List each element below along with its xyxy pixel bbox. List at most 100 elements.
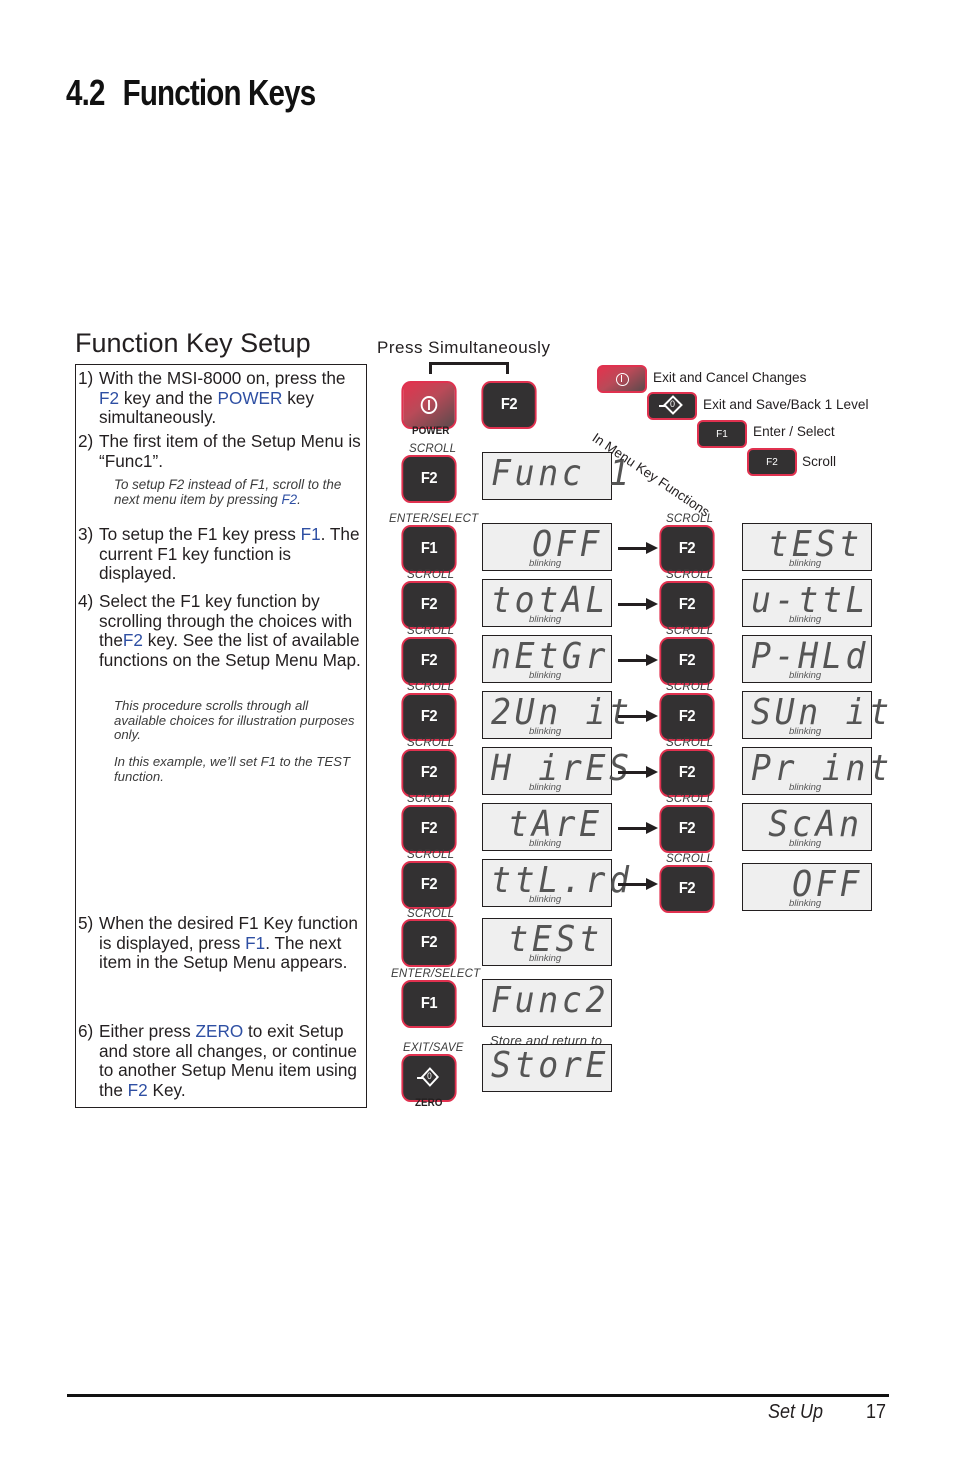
key-ref-f2: F2	[122, 630, 143, 651]
f2-key[interactable]: F2	[401, 861, 457, 909]
blinking-label: blinking	[789, 898, 822, 909]
f2-key[interactable]: F2	[401, 919, 457, 967]
legend-label: Scroll	[802, 454, 836, 469]
steps-panel: 1) With the MSI-8000 on, press the F2 ke…	[75, 364, 367, 1108]
lcd-display-test: tESt blinking	[482, 918, 612, 966]
legend-label: Enter / Select	[753, 424, 835, 439]
arrow-right-icon	[618, 598, 658, 610]
blinking-label: blinking	[789, 670, 822, 681]
f2-key[interactable]: F2	[401, 805, 457, 853]
lcd-display: totAL blinking	[482, 579, 612, 627]
f2-key[interactable]: F2	[401, 693, 457, 741]
blinking-label: blinking	[529, 614, 562, 625]
lcd-display-func1: Func 1	[482, 452, 629, 500]
arrow-right-icon	[618, 766, 658, 778]
note-f2-setup: To setup F2 instead of F1, scroll to the…	[114, 477, 342, 507]
step-6: 6) Either press ZERO to exit Setup and s…	[78, 1021, 357, 1100]
scroll-caption: SCROLL	[407, 569, 455, 581]
scroll-caption: SCROLL	[407, 849, 455, 861]
f2-key[interactable]: F2	[659, 525, 715, 573]
blinking-label: blinking	[529, 558, 562, 569]
f2-key[interactable]: F2	[401, 749, 457, 797]
f2-key[interactable]: F2	[401, 581, 457, 629]
blinking-label: blinking	[529, 782, 562, 793]
legend-label: Exit and Cancel Changes	[653, 370, 807, 385]
scroll-caption: SCROLL	[407, 681, 455, 693]
step-3: 3) To setup the F1 key press F1. The cur…	[78, 524, 360, 584]
blinking-label: blinking	[529, 953, 562, 964]
blinking-label: blinking	[789, 726, 822, 737]
f2-key[interactable]: F2	[659, 805, 715, 853]
footer-section-name: Set Up	[768, 1401, 824, 1423]
blinking-label: blinking	[789, 838, 822, 849]
exit-save-caption: EXIT/SAVE	[403, 1042, 464, 1054]
f2-key[interactable]: F2	[481, 381, 537, 429]
lcd-display: P-HLd blinking	[742, 635, 872, 683]
press-simultaneously-label: Press Simultaneously	[377, 338, 551, 357]
power-key[interactable]	[401, 381, 457, 429]
section-heading: Function Keys	[122, 72, 317, 113]
power-icon	[615, 372, 629, 386]
section-number: 4.2	[66, 72, 105, 113]
zero-key-caption: ZERO	[415, 1097, 443, 1109]
blinking-label: blinking	[529, 670, 562, 681]
footer-rule	[67, 1394, 889, 1397]
blinking-label: blinking	[529, 894, 562, 905]
f2-key[interactable]: F2	[659, 637, 715, 685]
key-ref-zero: ZERO	[195, 1021, 244, 1041]
enter-select-caption: ENTER/SELECT	[389, 513, 479, 525]
scroll-caption: SCROLL	[666, 513, 714, 525]
f2-key[interactable]: F2	[659, 749, 715, 797]
f2-key[interactable]: F2	[659, 581, 715, 629]
blinking-label: blinking	[789, 614, 822, 625]
legend-f1-key: F1	[697, 420, 747, 448]
arrow-right-icon	[618, 542, 658, 554]
lcd-display: nEtGr blinking	[482, 635, 612, 683]
f2-key[interactable]: F2	[401, 637, 457, 685]
note-illustration: This procedure scrolls through all avail…	[114, 698, 355, 743]
scroll-caption: SCROLL	[666, 737, 714, 749]
legend-zero-key: 0	[647, 392, 697, 420]
step-4: 4) Select the F1 key function by scrolli…	[78, 591, 361, 670]
lcd-display-func2: Func2	[482, 979, 612, 1027]
scroll-caption: SCROLL	[666, 853, 714, 865]
note-example: In this example, we’ll set F1 to the TES…	[114, 754, 351, 784]
legend-f2-key: F2	[747, 448, 797, 476]
step-1: 1) With the MSI-8000 on, press the F2 ke…	[78, 368, 346, 428]
scroll-caption: SCROLL	[407, 625, 455, 637]
scroll-caption: SCROLL	[407, 737, 455, 749]
f2-key[interactable]: F2	[659, 865, 715, 913]
f1-key[interactable]: F1	[401, 525, 457, 573]
scroll-caption: SCROLL	[666, 569, 714, 581]
lcd-display: SUn it blinking	[742, 691, 889, 739]
key-ref-f2: F2	[127, 1079, 148, 1100]
zero-icon: 0	[417, 1067, 440, 1089]
power-key-caption: POWER	[412, 425, 450, 437]
f2-key[interactable]: F2	[401, 455, 457, 503]
scroll-caption: SCROLL	[666, 625, 714, 637]
lcd-display: Pr int blinking	[742, 747, 889, 795]
lcd-display-store: StorE	[482, 1044, 612, 1092]
legend-power-key	[597, 365, 647, 393]
key-ref-f1: F1	[245, 932, 266, 953]
zero-key[interactable]: 0	[401, 1054, 457, 1102]
enter-select-caption: ENTER/SELECT	[391, 968, 481, 980]
lcd-display: OFF blinking	[482, 523, 612, 571]
lcd-display: tArE blinking	[482, 803, 612, 851]
step-5: 5) When the desired F1 Key function is d…	[78, 913, 358, 973]
page-title: 4.2 Function Keys	[66, 72, 317, 114]
lcd-display: ScAn blinking	[742, 803, 872, 851]
f1-key[interactable]: F1	[401, 980, 457, 1028]
blinking-label: blinking	[529, 838, 562, 849]
arrow-right-icon	[618, 654, 658, 666]
blinking-label: blinking	[789, 558, 822, 569]
simultaneous-bracket	[429, 362, 509, 374]
arrow-right-icon	[618, 822, 658, 834]
scroll-caption: SCROLL	[409, 443, 457, 455]
lcd-display: 2Un it blinking	[482, 691, 629, 739]
lcd-display: OFF blinking	[742, 863, 872, 911]
footer-page-number: 17	[866, 1401, 887, 1423]
scroll-caption: SCROLL	[666, 793, 714, 805]
arrow-right-icon	[618, 878, 658, 890]
f2-key[interactable]: F2	[659, 693, 715, 741]
